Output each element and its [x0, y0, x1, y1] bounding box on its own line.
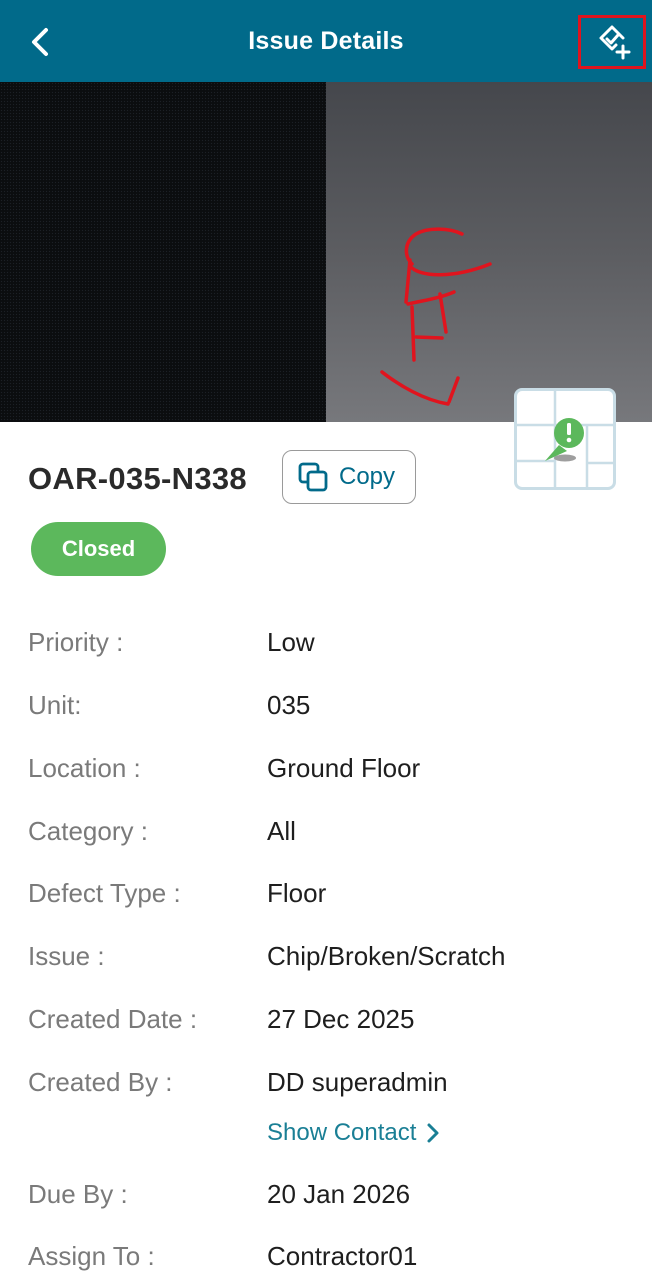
- detail-label: Location :: [28, 753, 141, 783]
- add-task-icon: [599, 25, 631, 60]
- detail-value: DD superadmin: [267, 1067, 448, 1097]
- floor-plan-thumbnail[interactable]: [514, 388, 616, 490]
- detail-row-assign-to: Assign To : Contractor01: [0, 1236, 652, 1276]
- show-contact-label: Show Contact: [267, 1119, 417, 1146]
- detail-row-issue: Issue : Chip/Broken/Scratch: [0, 936, 652, 976]
- detail-row-location: Location : Ground Floor: [0, 748, 652, 788]
- chevron-right-icon: [427, 1123, 439, 1143]
- detail-value: Floor: [267, 878, 327, 908]
- detail-label: Created By :: [28, 1067, 173, 1097]
- detail-row-unit: Unit: 035: [0, 685, 652, 725]
- detail-value: Ground Floor: [267, 753, 421, 783]
- detail-label: Priority :: [28, 627, 124, 657]
- floor-plan-pin-icon: [517, 391, 613, 487]
- issue-photo[interactable]: [0, 82, 652, 422]
- copy-label: Copy: [339, 463, 396, 490]
- detail-row-defect-type: Defect Type : Floor: [0, 873, 652, 913]
- copy-icon: [298, 462, 328, 492]
- page-title: Issue Details: [248, 26, 404, 55]
- detail-value: 20 Jan 2026: [267, 1179, 411, 1209]
- show-contact-link[interactable]: Show Contact: [267, 1113, 440, 1153]
- detail-value: Low: [267, 627, 315, 657]
- app-header: Issue Details: [0, 0, 652, 82]
- detail-label: Due By :: [28, 1179, 128, 1209]
- detail-row-category: Category : All: [0, 811, 652, 851]
- detail-label: Issue :: [28, 941, 105, 971]
- back-button[interactable]: [18, 20, 62, 64]
- status-badge: Closed: [31, 522, 166, 576]
- detail-label: Defect Type :: [28, 878, 181, 908]
- issue-code: OAR-035-N338: [28, 461, 247, 496]
- detail-label: Assign To :: [28, 1241, 155, 1271]
- detail-value: Contractor01: [267, 1241, 418, 1271]
- detail-row-created-by: Created By : DD superadmin: [0, 1062, 652, 1102]
- detail-value: 27 Dec 2025: [267, 1004, 415, 1034]
- chevron-left-icon: [32, 28, 48, 56]
- detail-row-due-by: Due By : 20 Jan 2026: [0, 1174, 652, 1214]
- detail-label: Category :: [28, 816, 148, 846]
- detail-value: Chip/Broken/Scratch: [267, 941, 506, 971]
- detail-row-priority: Priority : Low: [0, 622, 652, 662]
- detail-value: 035: [267, 690, 311, 720]
- detail-value: All: [267, 816, 296, 846]
- add-task-button[interactable]: [578, 15, 646, 69]
- photo-markup-annotation: [380, 227, 492, 406]
- detail-row-created-date: Created Date : 27 Dec 2025: [0, 999, 652, 1039]
- detail-label: Unit:: [28, 690, 82, 720]
- copy-button[interactable]: Copy: [282, 450, 416, 504]
- detail-label: Created Date :: [28, 1004, 198, 1034]
